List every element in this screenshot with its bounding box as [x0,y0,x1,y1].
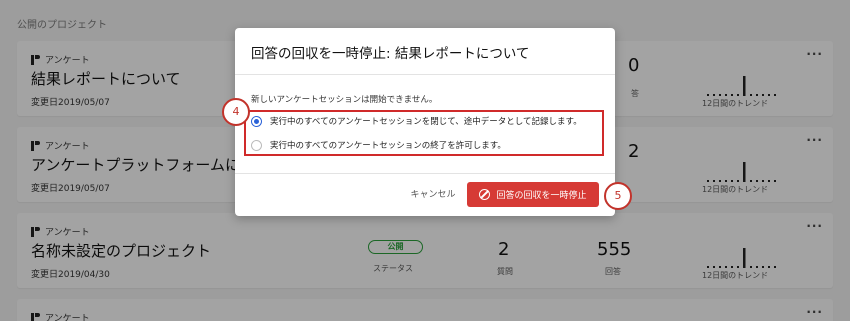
callout-badge: 4 [222,98,250,126]
callout-badge: 5 [604,182,632,210]
divider [235,173,615,174]
dialog-description: 新しいアンケートセッションは開始できません。 [251,95,438,105]
ban-icon [479,189,491,200]
pause-responses-label: 回答の回収を一時停止 [496,191,587,201]
options-highlight-box [244,110,604,156]
divider [235,74,615,75]
dialog-title: 回答の回収を一時停止: 結果レポートについて [251,46,530,62]
pause-responses-button[interactable]: 回答の回収を一時停止 [467,182,599,207]
cancel-button[interactable]: キャンセル [398,184,468,206]
